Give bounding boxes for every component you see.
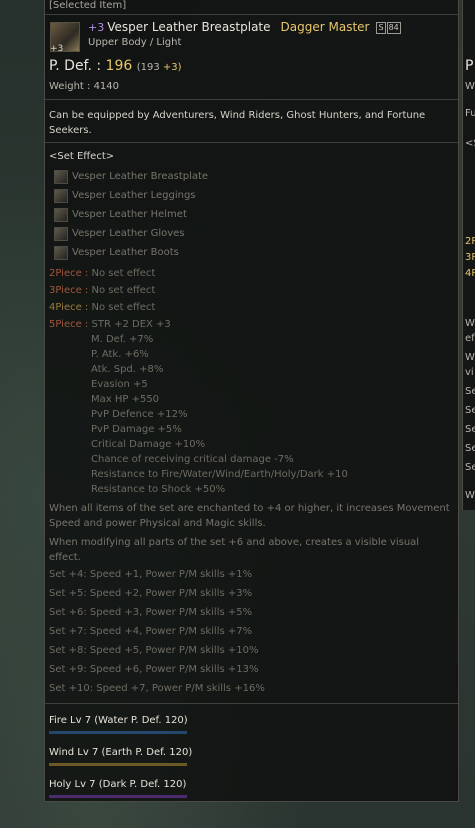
item-tooltip: [Selected Item] +3 +3 Vesper Leather Brea… — [44, 0, 459, 802]
divider — [45, 703, 458, 704]
helmet-icon — [54, 208, 68, 222]
compare-fragment: 3P — [465, 252, 475, 263]
grade-badge-level: 84 — [386, 22, 401, 34]
set-enchant-level: Set +8: Speed +5, Power P/M skills +10% — [49, 645, 259, 656]
item-name: Vesper Leather Breastplate — [107, 20, 271, 34]
set-bonus-piece: 3Piece : — [49, 285, 89, 296]
visual-note: When modifying all parts of the set +6 a… — [49, 537, 420, 563]
set-bonus-line: PvP Damage +5% — [91, 424, 182, 435]
set-bonus-line: Critical Damage +10% — [91, 439, 206, 450]
compare-fragment: ef — [465, 333, 475, 344]
set-bonus-line: M. Def. +7% — [91, 334, 154, 345]
pdef-line: P. Def. : 196 (193 +3) — [49, 58, 182, 74]
set-bonus-line: PvP Defence +12% — [91, 409, 188, 420]
compare-tooltip-partial: P W Fu <S 2P 3P 4P W ef W vi Se Se Se Se… — [462, 0, 475, 510]
set-bonus-text: No set effect — [91, 268, 156, 279]
pdef-breakdown: (193 +3) — [137, 62, 182, 73]
compare-fragment: 2P — [465, 236, 475, 247]
compare-fragment: P — [465, 58, 474, 74]
set-bonus-line: P. Atk. +6% — [91, 349, 149, 360]
compare-fragment: <S — [465, 138, 475, 149]
set-bonus: 4Piece : No set effect — [49, 302, 155, 313]
item-tag: Dagger Master — [280, 20, 370, 34]
set-bonus-piece: 4Piece : — [49, 302, 89, 313]
set-bonus: 2Piece : No set effect — [49, 268, 155, 279]
set-bonus-line: Evasion +5 — [91, 379, 148, 390]
set-piece-label: Vesper Leather Breastplate — [72, 171, 209, 182]
set-enchant-level: Set +4: Speed +1, Power P/M skills +1% — [49, 569, 253, 580]
equip-restriction: Can be equipped by Adventurers, Wind Rid… — [49, 110, 426, 136]
compare-fragment: W — [465, 81, 475, 92]
set-bonus-piece: 5Piece : — [49, 319, 89, 330]
gloves-icon — [54, 227, 68, 241]
item-slot: Upper Body / Light — [88, 37, 182, 48]
leggings-icon — [54, 189, 68, 203]
set-piece-label: Vesper Leather Leggings — [72, 190, 196, 201]
item-name-row: +3 Vesper Leather Breastplate Dagger Maste… — [88, 20, 401, 34]
set-bonus-text: No set effect — [91, 302, 156, 313]
set-piece-label: Vesper Leather Boots — [72, 247, 179, 258]
divider — [45, 142, 458, 143]
attribute-holy-bar — [49, 795, 187, 798]
divider — [45, 14, 458, 15]
enchant-level: +3 — [88, 21, 105, 34]
pdef-bonus: +3) — [162, 62, 182, 73]
pdef-value: 196 — [105, 58, 133, 74]
compare-fragment: Se — [465, 405, 475, 416]
selected-item-label: [Selected Item] — [49, 0, 127, 11]
grade-badge: S — [376, 22, 386, 34]
attribute-holy: Holy Lv 7 (Dark P. Def. 120) — [49, 779, 187, 790]
set-enchant-level: Set +10: Speed +7, Power P/M skills +16% — [49, 683, 265, 694]
set-effect-title: <Set Effect> — [49, 151, 115, 162]
attribute-fire: Fire Lv 7 (Water P. Def. 120) — [49, 715, 188, 726]
compare-fragment: W — [465, 490, 475, 501]
boots-icon — [54, 246, 68, 260]
compare-fragment: W — [465, 318, 475, 329]
set-enchant-level: Set +5: Speed +2, Power P/M skills +3% — [49, 588, 253, 599]
set-enchant-level: Set +7: Speed +4, Power P/M skills +7% — [49, 626, 253, 637]
attribute-fire-bar — [49, 731, 187, 734]
set-piece-label: Vesper Leather Gloves — [72, 228, 185, 239]
compare-fragment: Se — [465, 443, 475, 454]
attribute-wind: Wind Lv 7 (Earth P. Def. 120) — [49, 747, 193, 758]
compare-fragment: W — [465, 352, 475, 363]
enchant-note: When all items of the set are enchanted … — [49, 503, 450, 529]
set-bonus-line: Resistance to Fire/Water/Wind/Earth/Holy… — [91, 469, 348, 480]
compare-fragment: Se — [465, 462, 475, 473]
divider — [45, 99, 458, 100]
compare-fragment: vi — [465, 367, 474, 378]
item-weight: Weight : 4140 — [49, 81, 120, 92]
set-bonus-text: STR +2 DEX +3 — [91, 319, 171, 330]
set-bonus-text: No set effect — [91, 285, 156, 296]
set-enchant-level: Set +6: Speed +3, Power P/M skills +5% — [49, 607, 253, 618]
set-bonus-piece: 2Piece : — [49, 268, 89, 279]
icon-enchant-level: +3 — [50, 44, 64, 54]
compare-fragment: Fu — [465, 108, 475, 119]
pdef-label: P. Def. : — [49, 58, 102, 74]
pdef-base: (193 — [136, 62, 160, 73]
breastplate-icon — [54, 170, 68, 184]
set-enchant-level: Set +9: Speed +6, Power P/M skills +13% — [49, 664, 259, 675]
set-bonus-line: Chance of receiving critical damage -7% — [91, 454, 294, 465]
set-bonus-line: Resistance to Shock +50% — [91, 484, 226, 495]
compare-fragment: Se — [465, 424, 475, 435]
set-bonus-line: Atk. Spd. +8% — [91, 364, 164, 375]
compare-fragment: 4P — [465, 268, 475, 279]
compare-fragment: Se — [465, 386, 475, 397]
set-bonus: 5Piece : STR +2 DEX +3 — [49, 319, 171, 330]
attribute-wind-bar — [49, 763, 187, 766]
set-bonus: 3Piece : No set effect — [49, 285, 155, 296]
set-piece-label: Vesper Leather Helmet — [72, 209, 187, 220]
set-bonus-line: Max HP +550 — [91, 394, 160, 405]
